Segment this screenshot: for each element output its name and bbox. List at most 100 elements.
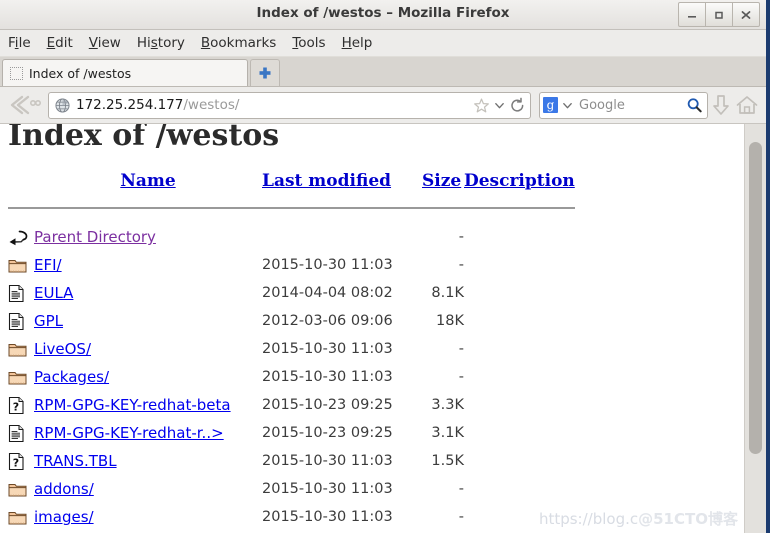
close-icon [741, 10, 751, 19]
search-bar[interactable]: g Google [539, 91, 708, 119]
row-description [464, 475, 575, 503]
row-name-cell: Parent Directory [34, 223, 262, 251]
row-size: - [458, 509, 464, 525]
row-name-cell: Packages/ [34, 363, 262, 391]
row-last-modified: 2015-10-30 11:03 [262, 453, 393, 469]
row-icon [8, 363, 34, 391]
page-content: Index of /westos Name Last modified Size… [0, 124, 766, 533]
row-description [464, 251, 575, 279]
row-description [464, 279, 575, 307]
tab-index-of-westos[interactable]: Index of /westos [2, 59, 248, 86]
table-row[interactable]: images/2015-10-30 11:03 - [8, 503, 575, 531]
globe-icon [55, 97, 70, 113]
vertical-scrollbar[interactable] [744, 124, 766, 533]
row-name-cell: LiveOS/ [34, 335, 262, 363]
file-link[interactable]: LiveOS/ [34, 340, 91, 358]
tab-favicon-placeholder-icon [10, 66, 23, 80]
table-row[interactable]: EULA 2014-04-04 08:02 8.1K [8, 279, 575, 307]
menu-item-file[interactable]: File [8, 35, 31, 51]
tab-bar: Index of /westos [0, 57, 766, 87]
reload-button[interactable] [509, 97, 526, 114]
menu-item-history[interactable]: History [137, 35, 185, 51]
row-icon [8, 223, 34, 251]
table-header-row: Name Last modified Size Description [8, 171, 575, 195]
folder-icon [8, 483, 27, 496]
row-description [464, 503, 575, 531]
table-row[interactable]: RPM-GPG-KEY-redhat-r..> 2015-10-23 09:25 3… [8, 419, 575, 447]
bookmark-star-button[interactable] [473, 97, 490, 114]
table-row[interactable]: GPL 2012-03-06 09:06 18K [8, 307, 575, 335]
column-header-description[interactable]: Description [464, 171, 575, 195]
row-icon [8, 419, 34, 447]
row-description [464, 447, 575, 475]
search-input[interactable]: Google [579, 98, 682, 113]
table-row[interactable]: Packages/2015-10-30 11:03 - [8, 363, 575, 391]
directory-index-page: Index of /westos Name Last modified Size… [0, 124, 744, 533]
row-size: 3.3K [431, 397, 464, 413]
column-header-size[interactable]: Size [422, 171, 464, 195]
column-header-name[interactable]: Name [34, 171, 262, 195]
row-last-modified: 2015-10-30 11:03 [262, 369, 393, 385]
row-icon: ? [8, 391, 34, 419]
row-description [464, 363, 575, 391]
search-engine-dropdown-button[interactable] [562, 100, 573, 111]
svg-text:?: ? [13, 456, 19, 469]
title-bar: Index of /westos – Mozilla Firefox [0, 0, 766, 30]
row-last-modified: 2015-10-23 09:25 [262, 397, 393, 413]
file-link[interactable]: Parent Directory [34, 228, 156, 246]
menu-item-view[interactable]: View [89, 35, 121, 51]
scrollbar-thumb[interactable] [749, 142, 762, 454]
address-bar[interactable]: 172.25.254.177/westos/ [48, 91, 531, 119]
divider [8, 207, 575, 209]
column-header-last-modified[interactable]: Last modified [262, 171, 422, 195]
row-size: 8.1K [431, 285, 464, 301]
minimize-button[interactable] [678, 2, 706, 27]
row-icon [8, 279, 34, 307]
file-link[interactable]: RPM-GPG-KEY-redhat-r..> [34, 424, 224, 442]
menu-item-help[interactable]: Help [342, 35, 373, 51]
row-description [464, 419, 575, 447]
back-arrow-icon [10, 95, 41, 115]
column-icon [8, 171, 34, 195]
search-submit-button[interactable] [686, 97, 703, 114]
table-row[interactable]: EFI/2015-10-30 11:03 - [8, 251, 575, 279]
close-button[interactable] [732, 2, 760, 27]
menu-item-edit[interactable]: Edit [47, 35, 73, 51]
chevron-down-icon [563, 102, 572, 108]
row-size: - [458, 229, 464, 245]
home-button[interactable] [734, 92, 760, 118]
file-link[interactable]: addons/ [34, 480, 94, 498]
row-name-cell: images/ [34, 503, 262, 531]
chevron-down-icon [495, 102, 504, 108]
maximize-button[interactable] [705, 2, 733, 27]
file-link[interactable]: TRANS.TBL [34, 452, 117, 470]
text-file-icon [8, 424, 24, 442]
file-link[interactable]: images/ [34, 508, 94, 526]
file-link[interactable]: EULA [34, 284, 73, 302]
downloads-button[interactable] [708, 92, 734, 118]
url-text: 172.25.254.177/westos/ [76, 97, 469, 113]
table-row[interactable]: ? TRANS.TBL 2015-10-30 11:03 1.5K [8, 447, 575, 475]
file-link[interactable]: Packages/ [34, 368, 109, 386]
row-description [464, 223, 575, 251]
new-tab-button[interactable] [250, 59, 280, 86]
back-forward-button[interactable] [6, 93, 44, 117]
table-row[interactable]: ? RPM-GPG-KEY-redhat-beta 2015-10-23 09:25… [8, 391, 575, 419]
url-dropdown-button[interactable] [494, 100, 505, 111]
folder-icon [8, 511, 27, 524]
row-last-modified: 2012-03-06 09:06 [262, 313, 393, 329]
table-row[interactable]: Parent Directory - [8, 223, 575, 251]
file-link[interactable]: GPL [34, 312, 63, 330]
menu-item-bookmarks[interactable]: Bookmarks [201, 35, 276, 51]
text-file-icon [8, 284, 24, 302]
download-arrow-icon [713, 95, 729, 115]
file-link[interactable]: RPM-GPG-KEY-redhat-beta [34, 396, 231, 414]
directory-listing-table: Name Last modified Size Description Pare… [8, 171, 575, 533]
table-row[interactable]: LiveOS/2015-10-30 11:03 - [8, 335, 575, 363]
row-size: - [458, 481, 464, 497]
unknown-file-icon: ? [8, 396, 24, 414]
menu-item-tools[interactable]: Tools [292, 35, 325, 51]
file-link[interactable]: EFI/ [34, 256, 62, 274]
row-icon [8, 307, 34, 335]
table-row[interactable]: addons/2015-10-30 11:03 - [8, 475, 575, 503]
